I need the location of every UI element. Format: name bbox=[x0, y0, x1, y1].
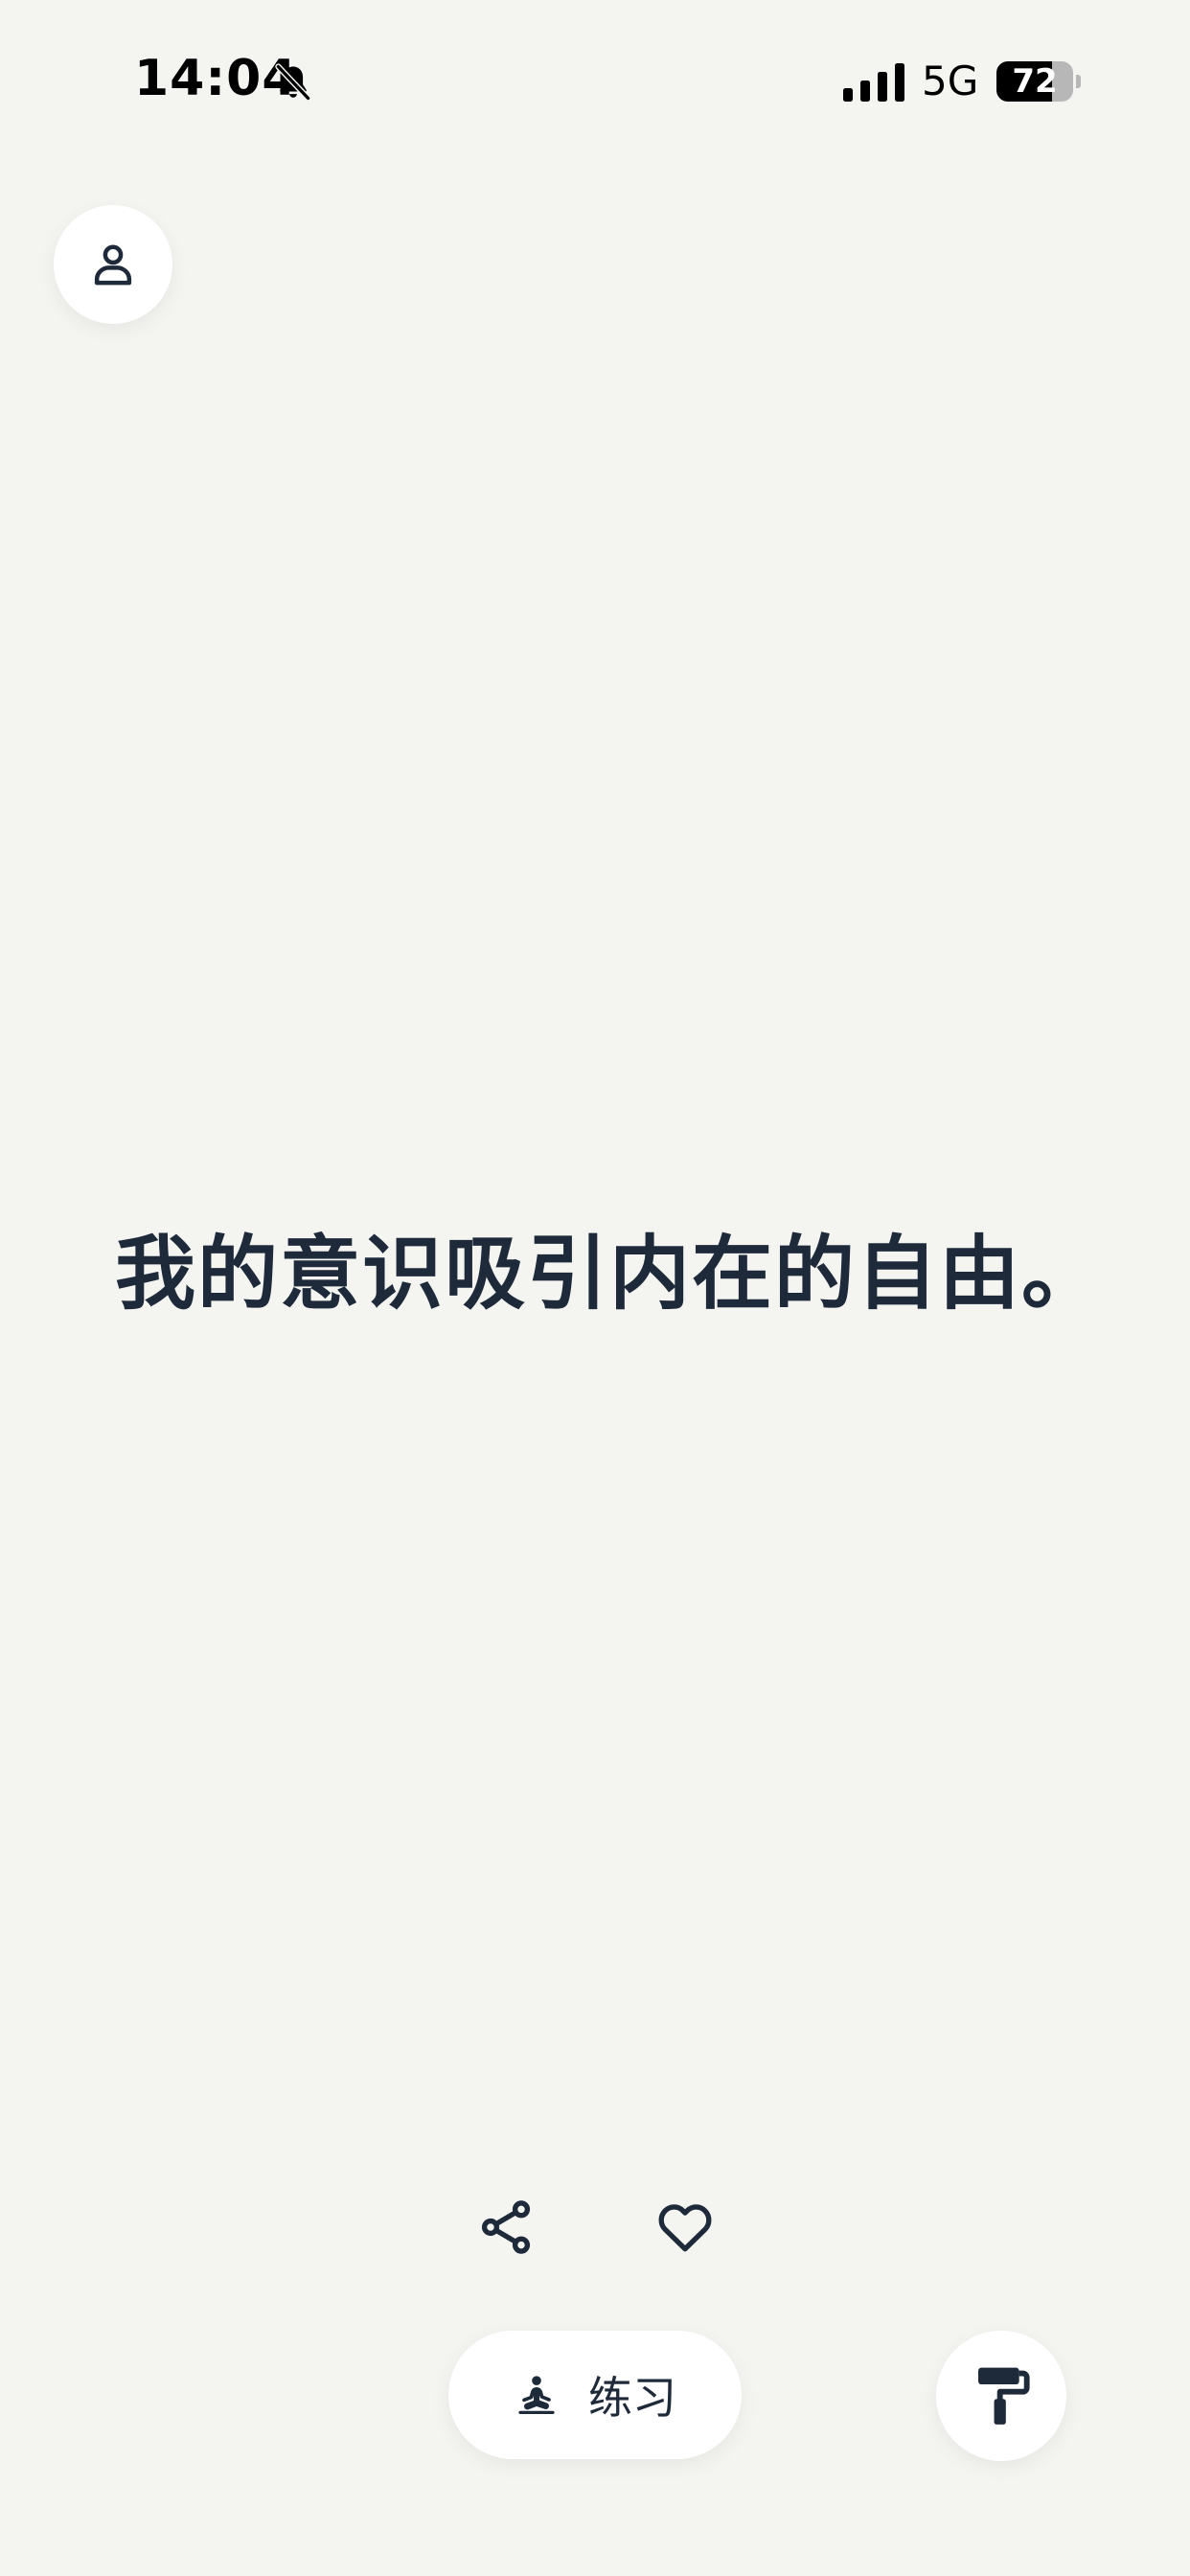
status-bar: 14:04 5G 72 bbox=[0, 0, 1190, 163]
share-button[interactable] bbox=[468, 2189, 544, 2266]
meditation-icon bbox=[518, 2376, 555, 2414]
person-icon bbox=[94, 244, 132, 286]
affirmation-text: 我的意识吸引内在的自由。 bbox=[115, 1227, 1105, 1321]
network-label: 5G bbox=[922, 58, 979, 104]
paint-roller-icon bbox=[978, 2367, 1030, 2425]
heart-icon bbox=[658, 2204, 712, 2252]
theme-button[interactable] bbox=[936, 2331, 1066, 2461]
practice-label: 练习 bbox=[588, 2372, 676, 2424]
favorite-button[interactable] bbox=[647, 2189, 723, 2266]
battery-level: 72 bbox=[1012, 62, 1058, 101]
battery-indicator: 72 bbox=[996, 61, 1081, 102]
bell-slash-icon bbox=[275, 63, 311, 102]
practice-button[interactable]: 练习 bbox=[448, 2331, 742, 2459]
signal-icon bbox=[843, 63, 904, 102]
share-icon bbox=[481, 2200, 531, 2254]
profile-button[interactable] bbox=[54, 205, 172, 324]
